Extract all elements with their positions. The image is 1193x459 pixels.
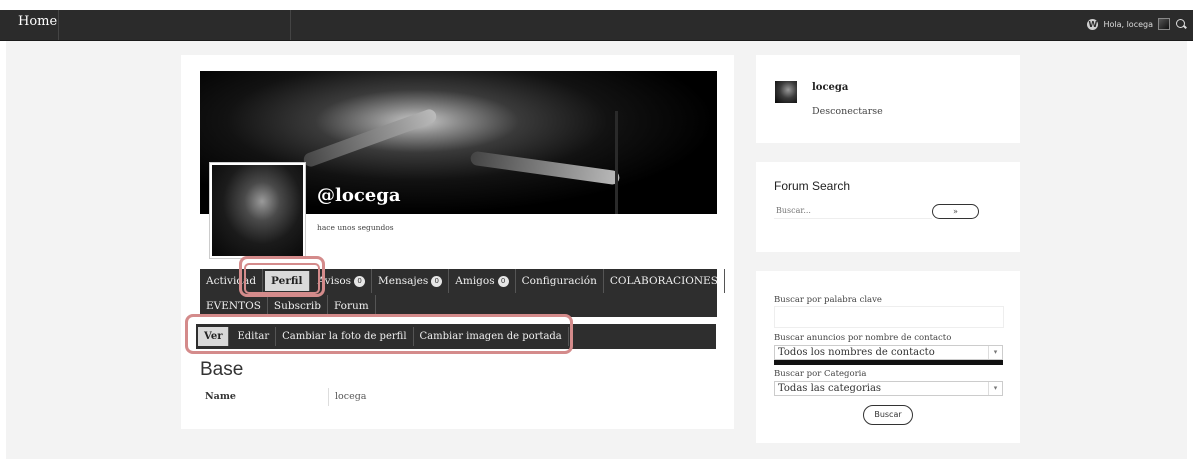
tab-amigos[interactable]: Amigos 0	[449, 269, 516, 293]
keyword-label: Buscar por palabra clave	[774, 295, 882, 305]
section-title: Base	[200, 359, 244, 380]
admin-bar-divider	[290, 10, 291, 40]
top-strip	[0, 0, 1193, 10]
tab-configuracion[interactable]: Configuración	[516, 269, 604, 293]
cover-figure	[301, 107, 439, 169]
category-label: Buscar por Categoria	[774, 369, 867, 379]
home-link[interactable]: Home	[18, 14, 57, 29]
field-label-name: Name	[205, 391, 236, 402]
highlight-perfil-tab-inner	[244, 263, 320, 294]
search-icon[interactable]	[1175, 18, 1187, 30]
contact-label: Buscar anuncios por nombre de contacto	[774, 333, 952, 343]
sidebar-username[interactable]: locega	[812, 82, 848, 93]
tab-mensajes[interactable]: Mensajes 0	[372, 269, 450, 293]
wordpress-icon[interactable]: W	[1087, 18, 1099, 30]
profile-avatar[interactable]	[210, 163, 305, 258]
field-divider	[328, 388, 329, 406]
contact-select[interactable]: Todos los nombres de contacto ▾	[774, 345, 1003, 360]
friend-count-badge: 0	[497, 275, 509, 287]
forum-search-button[interactable]: »	[932, 204, 979, 219]
highlight-subnav	[185, 314, 573, 354]
chevron-down-icon: ▾	[988, 346, 1002, 359]
last-active: hace unos segundos	[317, 223, 394, 232]
avatar[interactable]	[1158, 18, 1170, 30]
forum-search-title: Forum Search	[774, 179, 851, 193]
cover-figure	[469, 150, 621, 186]
logout-link[interactable]: Desconectarse	[812, 106, 883, 117]
field-value-name: locega	[335, 391, 367, 402]
contact-select-value: Todos los nombres de contacto	[778, 347, 935, 358]
forum-search-input[interactable]	[774, 203, 932, 219]
buscar-button[interactable]: Buscar	[863, 405, 913, 425]
greeting[interactable]: Hola, locega	[1103, 20, 1153, 29]
tab-colaboraciones[interactable]: COLABORACIONES	[604, 269, 725, 293]
category-select-value: Todas las categorias	[778, 383, 882, 394]
cover-mic-stand	[615, 111, 618, 214]
admin-bar-divider	[58, 10, 59, 40]
avatar[interactable]	[775, 81, 797, 103]
chevron-down-icon: ▾	[988, 382, 1002, 395]
profile-username: @locega	[317, 185, 401, 206]
message-count-badge: 0	[431, 275, 443, 287]
category-select[interactable]: Todas las categorias ▾	[774, 381, 1003, 396]
admin-bar-right: W Hola, locega	[1087, 18, 1187, 30]
notification-count-badge: 0	[354, 275, 366, 287]
dropdown-bar	[774, 360, 1003, 365]
keyword-input[interactable]	[774, 306, 1004, 328]
admin-bar: Home W Hola, locega	[0, 10, 1193, 41]
